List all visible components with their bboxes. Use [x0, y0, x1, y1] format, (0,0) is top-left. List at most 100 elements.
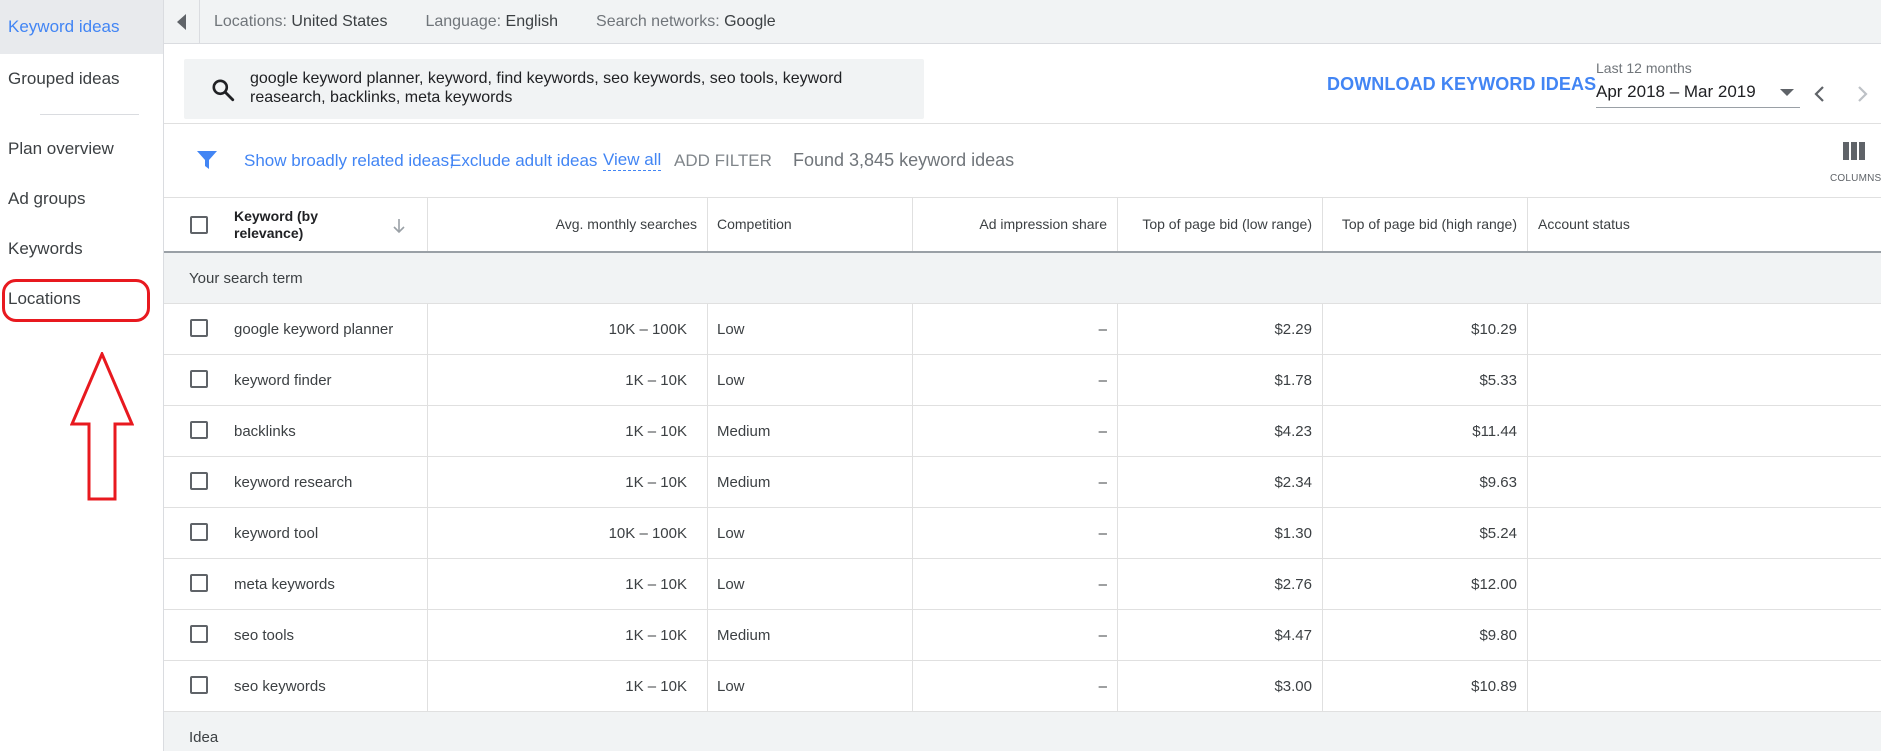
bid-high-cell: $12.00 — [1471, 575, 1517, 593]
bid-low-cell: $4.47 — [1274, 626, 1312, 644]
competition-cell: Medium — [717, 626, 771, 644]
sidebar-item-keyword-ideas[interactable]: Keyword ideas — [0, 0, 163, 54]
locations-setting[interactable]: Locations: United States — [214, 13, 387, 31]
competition-cell: Medium — [717, 473, 771, 491]
column-divider — [1527, 610, 1528, 660]
account-status-cell — [1538, 559, 1738, 609]
sidebar-item-label: Plan overview — [8, 139, 114, 158]
search-networks-setting[interactable]: Search networks: Google — [596, 13, 776, 31]
column-header-bid-low[interactable]: Top of page bid (low range) — [1117, 198, 1312, 251]
filter-icon[interactable] — [196, 149, 218, 171]
date-range-select[interactable]: Apr 2018 – Mar 2019 — [1596, 82, 1800, 108]
previous-period-icon[interactable] — [1810, 82, 1830, 106]
row-checkbox[interactable] — [190, 574, 208, 592]
competition-cell: Low — [717, 575, 745, 593]
sidebar-item-label: Keyword ideas — [8, 17, 120, 36]
avg-monthly-searches-cell: 1K – 10K — [625, 677, 687, 695]
locations-value: United States — [291, 12, 388, 30]
next-period-icon[interactable] — [1852, 82, 1872, 106]
avg-monthly-searches-cell: 1K – 10K — [625, 371, 687, 389]
bid-low-cell: $3.00 — [1274, 677, 1312, 695]
search-icon — [212, 79, 235, 102]
row-checkbox[interactable] — [190, 625, 208, 643]
sidebar-item-ad-groups[interactable]: Ad groups — [0, 172, 163, 226]
ad-impression-share-cell: – — [1098, 320, 1107, 338]
collapse-sidebar-button[interactable] — [164, 0, 200, 44]
avg-monthly-searches-cell: 10K – 100K — [608, 524, 687, 542]
language-key: Language: — [425, 12, 502, 30]
row-checkbox[interactable] — [190, 370, 208, 388]
table-row[interactable]: google keyword planner 10K – 100K Low – … — [164, 304, 1881, 355]
table-row[interactable]: keyword finder 1K – 10K Low – $1.78 $5.3… — [164, 355, 1881, 406]
column-divider — [707, 457, 708, 507]
date-range-label: Last 12 months — [1596, 60, 1692, 76]
table-row[interactable]: seo tools 1K – 10K Medium – $4.47 $9.80 — [164, 610, 1881, 661]
language-setting[interactable]: Language: English — [425, 13, 558, 31]
ad-impression-share-cell: – — [1098, 371, 1107, 389]
collapse-left-icon — [177, 13, 186, 30]
show-broadly-related-ideas-link[interactable]: Show broadly related ideas; — [244, 151, 454, 171]
sidebar: Keyword ideas Grouped ideas Plan overvie… — [0, 0, 164, 751]
column-header-ad-impression-share[interactable]: Ad impression share — [912, 198, 1107, 251]
row-checkbox[interactable] — [190, 421, 208, 439]
search-row: google keyword planner, keyword, find ke… — [164, 44, 1881, 124]
locations-key: Locations: — [214, 12, 287, 30]
column-header-competition[interactable]: Competition — [717, 198, 907, 251]
table-row[interactable]: keyword tool 10K – 100K Low – $1.30 $5.2… — [164, 508, 1881, 559]
keyword-ideas-table: Keyword (by relevance) Avg. monthly sear… — [164, 198, 1881, 751]
keyword-search-box[interactable]: google keyword planner, keyword, find ke… — [184, 59, 924, 119]
download-keyword-ideas-button[interactable]: DOWNLOAD KEYWORD IDEAS — [1327, 74, 1596, 95]
column-divider — [707, 198, 708, 251]
bid-high-cell: $5.24 — [1479, 524, 1517, 542]
competition-cell: Medium — [717, 422, 771, 440]
sidebar-item-plan-overview[interactable]: Plan overview — [0, 122, 163, 176]
competition-cell: Low — [717, 371, 745, 389]
column-header-avg-monthly-searches[interactable]: Avg. monthly searches — [427, 198, 697, 251]
columns-button[interactable]: COLUMNS — [1830, 142, 1881, 186]
table-header-row: Keyword (by relevance) Avg. monthly sear… — [164, 198, 1881, 253]
keyword-cell: google keyword planner — [234, 320, 394, 338]
bid-low-cell: $2.34 — [1274, 473, 1312, 491]
top-bar: Locations: United States Language: Engli… — [164, 0, 1881, 44]
ad-impression-share-cell: – — [1098, 575, 1107, 593]
bid-high-cell: $10.29 — [1471, 320, 1517, 338]
column-header-account-status[interactable]: Account status — [1538, 198, 1738, 251]
row-checkbox[interactable] — [190, 472, 208, 490]
keyword-cell: seo keywords — [234, 677, 326, 695]
keyword-search-input[interactable]: google keyword planner, keyword, find ke… — [250, 69, 910, 107]
row-checkbox[interactable] — [190, 319, 208, 337]
account-status-cell — [1538, 610, 1738, 660]
avg-monthly-searches-cell: 1K – 10K — [625, 422, 687, 440]
column-divider — [707, 406, 708, 456]
column-divider — [1527, 355, 1528, 405]
sidebar-item-keywords[interactable]: Keywords — [0, 222, 163, 276]
bid-low-cell: $1.78 — [1274, 371, 1312, 389]
account-status-cell — [1538, 406, 1738, 456]
bid-high-cell: $9.80 — [1479, 626, 1517, 644]
column-divider — [1527, 457, 1528, 507]
sort-arrow-down-icon[interactable] — [392, 218, 406, 234]
select-all-checkbox[interactable] — [190, 216, 208, 234]
table-row[interactable]: keyword research 1K – 10K Medium – $2.34… — [164, 457, 1881, 508]
column-header-keyword[interactable]: Keyword (by relevance) — [234, 198, 374, 251]
sidebar-item-grouped-ideas[interactable]: Grouped ideas — [0, 52, 163, 106]
sidebar-item-label: Keywords — [8, 239, 83, 258]
table-row[interactable]: backlinks 1K – 10K Medium – $4.23 $11.44 — [164, 406, 1881, 457]
section-label: Idea — [189, 729, 219, 746]
table-row[interactable]: meta keywords 1K – 10K Low – $2.76 $12.0… — [164, 559, 1881, 610]
account-status-cell — [1538, 304, 1738, 354]
table-row[interactable]: seo keywords 1K – 10K Low – $3.00 $10.89 — [164, 661, 1881, 712]
sidebar-item-locations[interactable]: Locations — [0, 272, 163, 326]
sidebar-item-label: Grouped ideas — [8, 69, 120, 88]
row-checkbox[interactable] — [190, 523, 208, 541]
exclude-adult-ideas-link[interactable]: Exclude adult ideas — [450, 151, 597, 171]
add-filter-button[interactable]: ADD FILTER — [674, 151, 772, 171]
ad-impression-share-cell: – — [1098, 473, 1107, 491]
avg-monthly-searches-cell: 10K – 100K — [608, 320, 687, 338]
view-all-link[interactable]: View all — [603, 150, 662, 171]
column-divider — [707, 610, 708, 660]
row-checkbox[interactable] — [190, 676, 208, 694]
sidebar-divider — [40, 114, 139, 115]
table-body: google keyword planner 10K – 100K Low – … — [164, 304, 1881, 712]
column-header-bid-high[interactable]: Top of page bid (high range) — [1322, 198, 1517, 251]
